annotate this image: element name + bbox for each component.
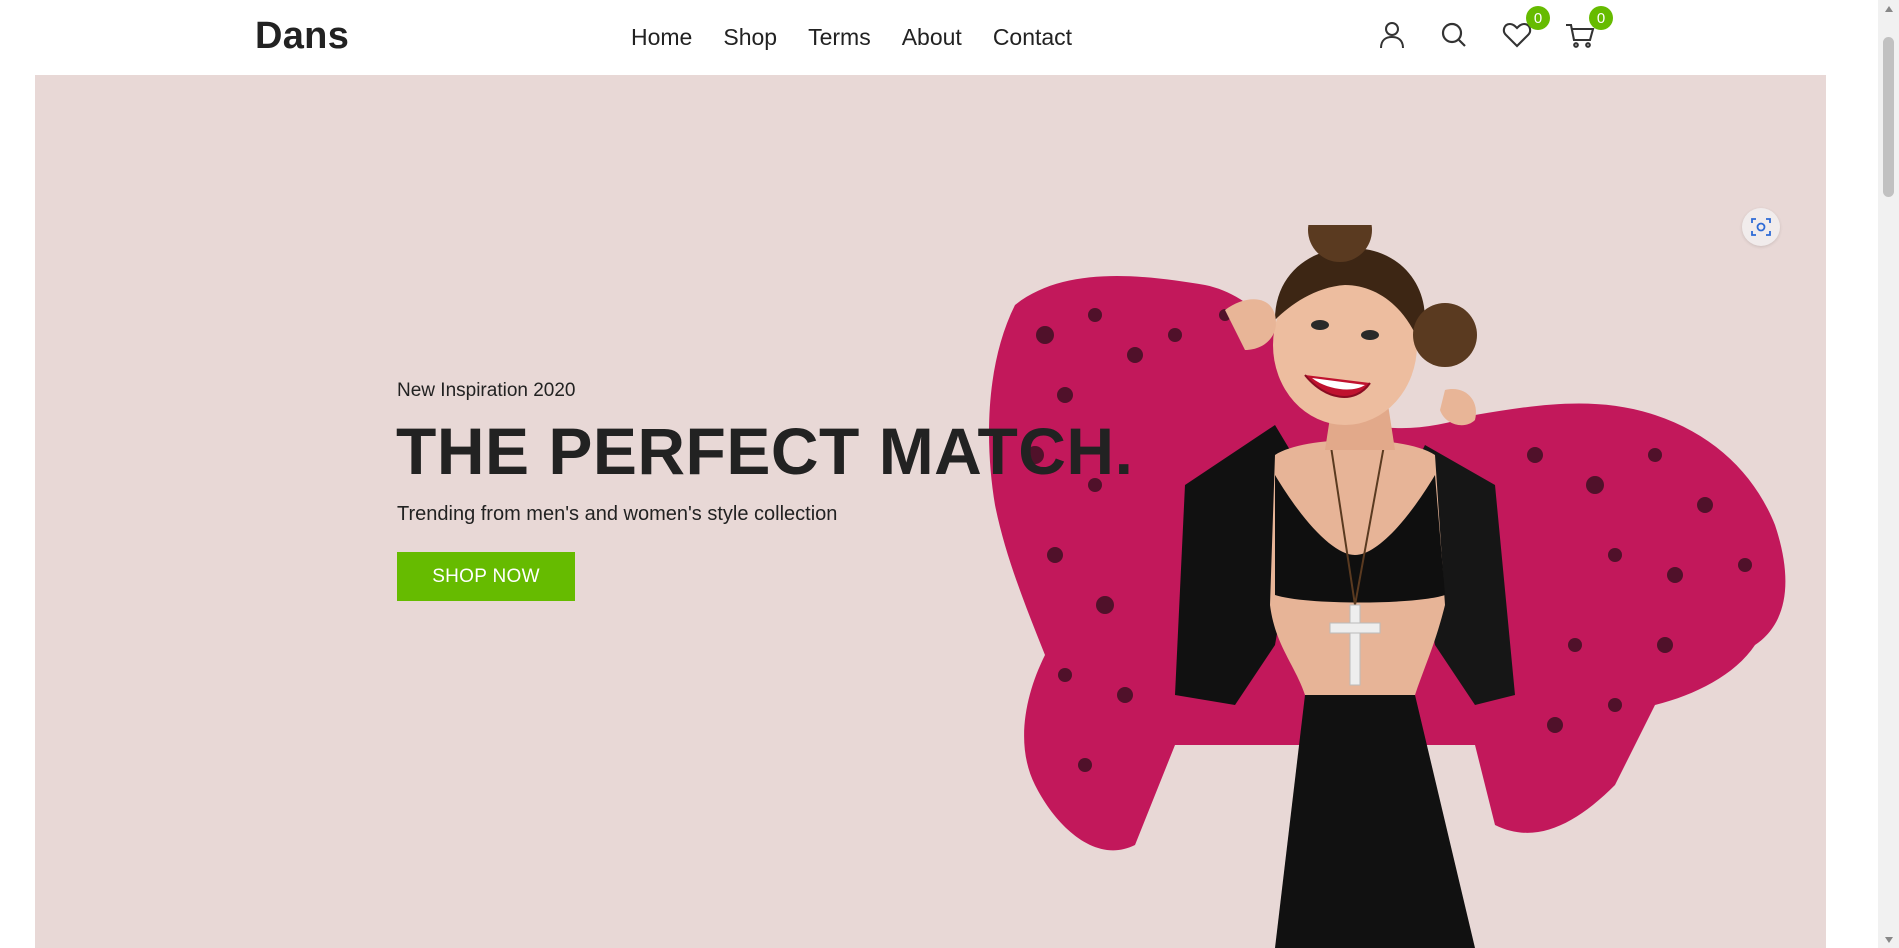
search-icon[interactable] [1437,18,1471,52]
nav-terms[interactable]: Terms [808,24,871,51]
nav-contact[interactable]: Contact [993,24,1072,51]
hero-title: THE PERFECT MATCH. [396,414,1134,488]
scroll-up-arrow-icon[interactable] [1878,0,1899,17]
hero-subtitle: New Inspiration 2020 [397,380,576,401]
scroll-down-arrow-icon[interactable] [1878,931,1899,948]
shop-now-button[interactable]: SHOP NOW [397,552,575,601]
hero-banner: New Inspiration 2020 THE PERFECT MATCH. … [35,75,1826,948]
site-header: Dans Home Shop Terms About Contact 0 0 [0,0,1878,75]
cart-button[interactable]: 0 [1563,6,1613,52]
nav-home[interactable]: Home [631,24,692,51]
hero-model-image [989,225,1786,948]
wishlist-button[interactable]: 0 [1500,6,1550,52]
wishlist-count-badge: 0 [1526,6,1550,30]
main-nav: Home Shop Terms About Contact [631,24,1072,51]
hero-description: Trending from men's and women's style co… [397,503,838,525]
user-icon[interactable] [1375,18,1409,52]
scroll-thumb[interactable] [1883,37,1894,197]
page-scrollbar[interactable] [1878,0,1899,948]
cart-count-badge: 0 [1589,6,1613,30]
site-logo[interactable]: Dans [255,15,349,58]
nav-about[interactable]: About [902,24,962,51]
lens-icon [1751,218,1771,236]
nav-shop[interactable]: Shop [723,24,777,51]
visual-search-button[interactable] [1742,208,1780,246]
